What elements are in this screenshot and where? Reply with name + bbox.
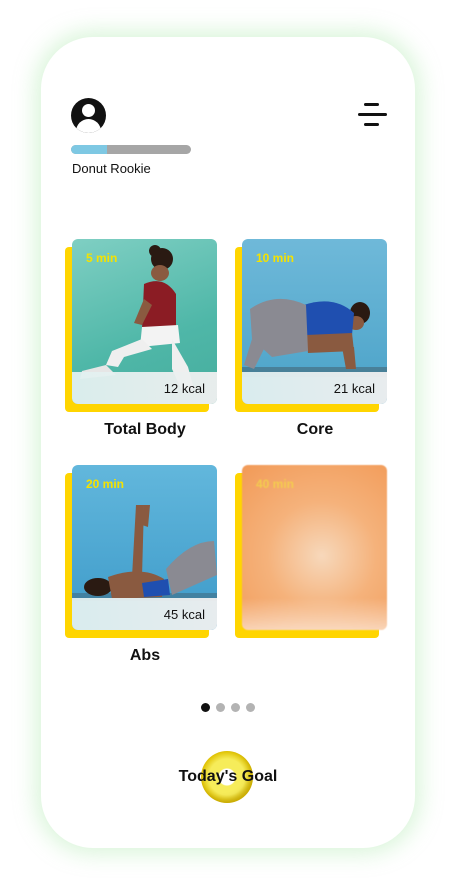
menu-line-top [364,103,379,106]
phone-frame: Donut Rookie 5 min 12 kcal Total Body 10… [41,37,415,848]
workout-title: Total Body [104,421,186,438]
menu-line-bottom [364,123,379,126]
workout-photo: 10 min 21 kcal [242,239,387,404]
workout-photo: 5 min 12 kcal [72,239,217,404]
workout-title: Core [296,421,334,438]
workout-card-locked[interactable]: 40 min [235,465,389,675]
workout-duration: 5 min [86,251,118,265]
workout-card-abs[interactable]: 20 min 45 kcal Abs [65,465,219,675]
workout-duration: 10 min [256,251,295,265]
level-progress-fill [71,145,107,154]
page-dot-3[interactable] [231,703,240,712]
kcal-bar: 45 kcal [72,598,217,630]
workout-kcal: 45 kcal [163,607,205,622]
level-progress-bar [71,145,191,154]
avatar-shoulders [76,119,101,133]
user-avatar-icon[interactable] [71,98,106,133]
menu-line-middle [358,113,387,116]
page-dot-4[interactable] [246,703,255,712]
workout-kcal: 12 kcal [163,381,205,396]
avatar-head [82,104,95,117]
todays-goal-label[interactable]: Today's Goal [41,768,415,786]
workout-duration: 20 min [86,477,125,491]
workout-card-total-body[interactable]: 5 min 12 kcal Total Body [65,239,219,449]
kcal-bar: 12 kcal [72,372,217,404]
kcal-bar [242,598,387,630]
workout-duration: 40 min [256,477,295,491]
workout-title: Abs [129,647,161,664]
workout-photo-blurred: 40 min [242,465,387,630]
page-dot-1[interactable] [201,703,210,712]
workout-kcal: 21 kcal [333,381,375,396]
page-dot-2[interactable] [216,703,225,712]
rank-label: Donut Rookie [72,161,151,176]
workout-photo: 20 min 45 kcal [72,465,217,630]
kcal-bar: 21 kcal [242,372,387,404]
workout-card-core[interactable]: 10 min 21 kcal Core [235,239,389,449]
hamburger-menu-icon[interactable] [355,101,389,129]
